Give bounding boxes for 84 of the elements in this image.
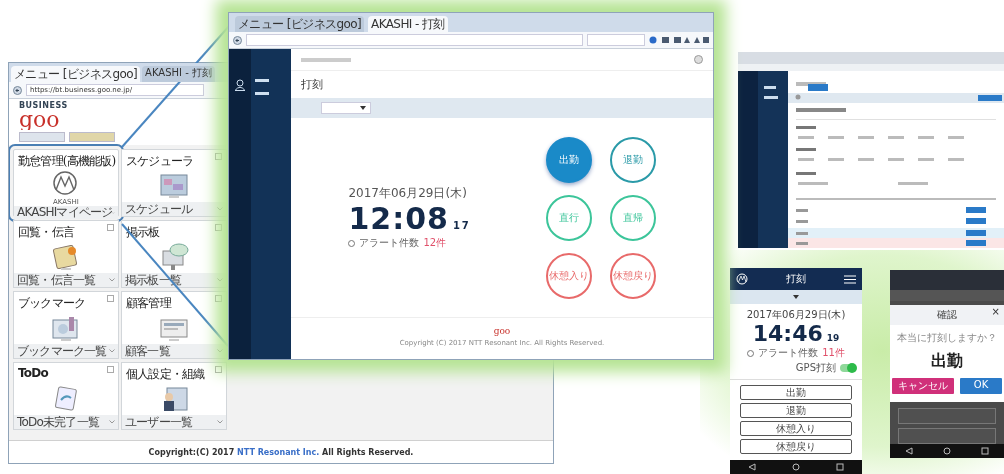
app-tile[interactable]: ブックマーク ブックマーク一覧 [13,291,119,359]
chevron-icon [109,349,115,353]
clock-seconds: 17 [452,220,471,231]
toolbar-button[interactable] [19,132,65,142]
clock-time: 12:08 [348,204,449,234]
gps-toggle[interactable] [840,364,856,372]
app-tile[interactable]: スケジューラ スケジュール [121,149,227,217]
home-icon [792,463,800,471]
clock-time: 14:46 [752,323,823,345]
alert-count[interactable]: 12件 [423,236,447,250]
punch-button[interactable]: 休憩戻り [740,439,852,454]
gps-label: GPS打刻 [795,361,836,375]
app-tile[interactable]: 顧客管理 顧客一覧 [121,291,227,359]
checkbox-icon [107,295,114,302]
clock-icon [348,239,356,247]
chevron-icon [109,278,115,282]
cancel-button[interactable]: キャンセル [891,378,954,394]
address-field[interactable] [246,34,583,46]
breadcrumb-bar [301,57,351,62]
date-text: 2017年06月29日(木) [348,185,468,202]
checkbox-icon [215,224,222,231]
alert-label: アラート件数 [758,346,819,360]
clock-icon [747,349,755,357]
copyright-text: Copyright:(C) 2017 NTT Resonant Inc. All Rights Reserved. [148,447,414,457]
close-button[interactable]: × [991,306,1000,317]
punch-button[interactable]: 出勤 [545,136,592,183]
akashi-logo-icon [736,273,748,285]
recent-apps-icon [981,447,989,455]
tile-title: 顧客管理 [126,295,171,312]
checkbox-icon [107,224,114,231]
app-tile[interactable]: ToDo ToDo未完了一覧 [13,362,119,430]
menu-item[interactable] [255,92,269,95]
tile-title: 回覧・伝言 [18,224,74,241]
dialog-message: 本当に打刻しますか？ [897,331,997,345]
footer-logo: goo [493,326,511,336]
clock-seconds: 19 [826,333,840,343]
checkbox-icon [215,295,222,302]
back-icon [748,463,756,471]
tile-title: スケジューラ [126,153,194,170]
user-icon [234,79,246,91]
screen-title: 打刻 [786,272,806,286]
toolbar-button[interactable] [69,132,115,142]
checkbox-icon [215,366,222,373]
ok-button[interactable]: OK [959,378,1003,394]
back-icon [233,35,242,45]
location-dropdown[interactable] [730,290,862,304]
punch-button[interactable]: 退勤 [609,136,656,183]
app-tile[interactable]: 個人設定・組織 ユーザー一覧 [121,362,227,430]
tile-title: ブックマーク [18,295,86,312]
page-title: 打刻 [300,77,324,93]
menu-icon [844,274,856,284]
chevron-icon [109,420,115,424]
date-text: 2017年06月29日(木) [746,308,846,322]
punch-button[interactable]: 出勤 [740,385,852,400]
menu-item[interactable] [255,79,269,82]
chevron-icon [217,420,223,424]
tile-title: 個人設定・組織 [126,366,205,383]
home-icon [943,447,951,455]
checkbox-icon [215,153,222,160]
browser-tab[interactable]: AKASHI - 打刻 [142,66,215,82]
browser-tab[interactable]: メニュー [ビジネスgoo] [11,66,141,82]
company-link[interactable]: NTT Resonant Inc. [237,447,320,457]
browser-tab[interactable]: AKASHI - 打刻 [368,16,448,32]
back-icon [905,447,913,455]
checkbox-icon [107,366,114,373]
action-label: 出勤 [931,351,963,372]
recent-apps-icon [836,463,844,471]
toolbar-icons-drawing [649,36,709,44]
tile-title: 勤怠管理(高機能版) [18,153,116,170]
caret-icon [360,106,366,110]
caret-icon [793,295,799,299]
browser-tab[interactable]: メニュー [ビジネスgoo] [235,16,365,32]
punch-button[interactable]: 休憩入り [740,421,852,436]
logo-tagline: BUSINESS [19,101,68,110]
tile-title: ToDo [18,366,48,380]
dialog-title: 確認 [937,308,957,322]
alert-count[interactable]: 11件 [822,346,845,360]
alert-label: アラート件数 [359,236,420,250]
punch-button[interactable]: 退勤 [740,403,852,418]
location-dropdown[interactable] [321,102,371,114]
avatar-icon [694,55,703,64]
back-icon [13,85,22,95]
app-tile[interactable]: 回覧・伝言 回覧・伝言一覧 [13,220,119,288]
search-field[interactable] [587,34,645,46]
